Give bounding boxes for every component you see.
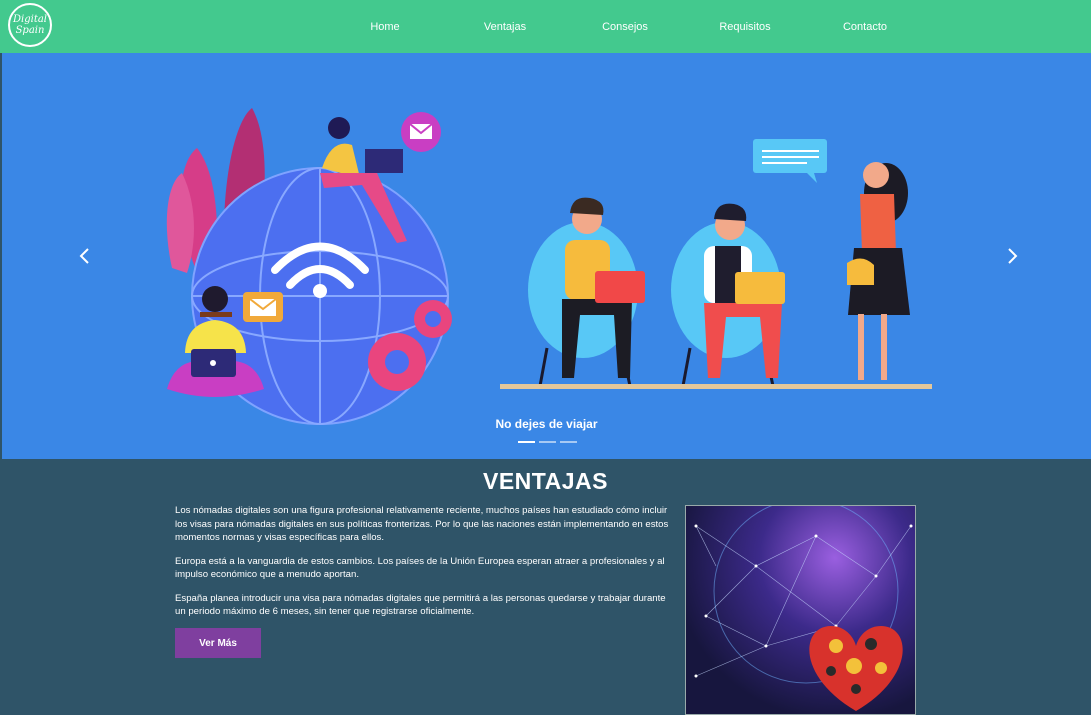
nav-link-requisitos[interactable]: Requisitos [685, 21, 805, 33]
carousel-indicator-2[interactable] [539, 441, 556, 443]
nav-link-ventajas[interactable]: Ventajas [445, 21, 565, 33]
paragraph-1: Los nómadas digitales son una figura pro… [175, 505, 669, 543]
paragraph-2: Europa está a la vanguardia de estos cam… [175, 555, 665, 581]
nav-links: Home Ventajas Consejos Requisitos Contac… [325, 0, 925, 53]
logo-line-2: Spain [15, 25, 45, 36]
chevron-right-icon [1008, 248, 1018, 264]
chevron-left-icon [79, 248, 89, 264]
logo-line-1: Digital [13, 14, 47, 25]
carousel-indicator-3[interactable] [560, 441, 577, 443]
ver-mas-button[interactable]: Ver Más [175, 628, 261, 658]
paragraph-3: España planea introducir una visa para n… [175, 592, 666, 618]
carousel-prev-arrow[interactable] [74, 241, 98, 271]
ventajas-text: Los nómadas digitales son una figura pro… [175, 504, 669, 629]
globe-network-graphic [694, 506, 913, 711]
hero-illustration [166, 108, 932, 425]
carousel-indicators [518, 441, 577, 443]
network-globe-image [685, 505, 916, 715]
carousel-indicator-1[interactable] [518, 441, 535, 443]
section-title: VENTAJAS [483, 468, 608, 494]
nav-link-contacto[interactable]: Contacto [805, 21, 925, 33]
logo[interactable]: Digital Spain [8, 3, 52, 47]
nav-link-home[interactable]: Home [325, 21, 445, 33]
nav-link-consejos[interactable]: Consejos [565, 21, 685, 33]
carousel-next-arrow[interactable] [1000, 241, 1024, 271]
top-nav: Digital Spain Home Ventajas Consejos Req… [0, 0, 1091, 53]
hero-carousel: No dejes de viajar [2, 53, 1091, 459]
carousel-caption: No dejes de viajar [495, 417, 598, 431]
